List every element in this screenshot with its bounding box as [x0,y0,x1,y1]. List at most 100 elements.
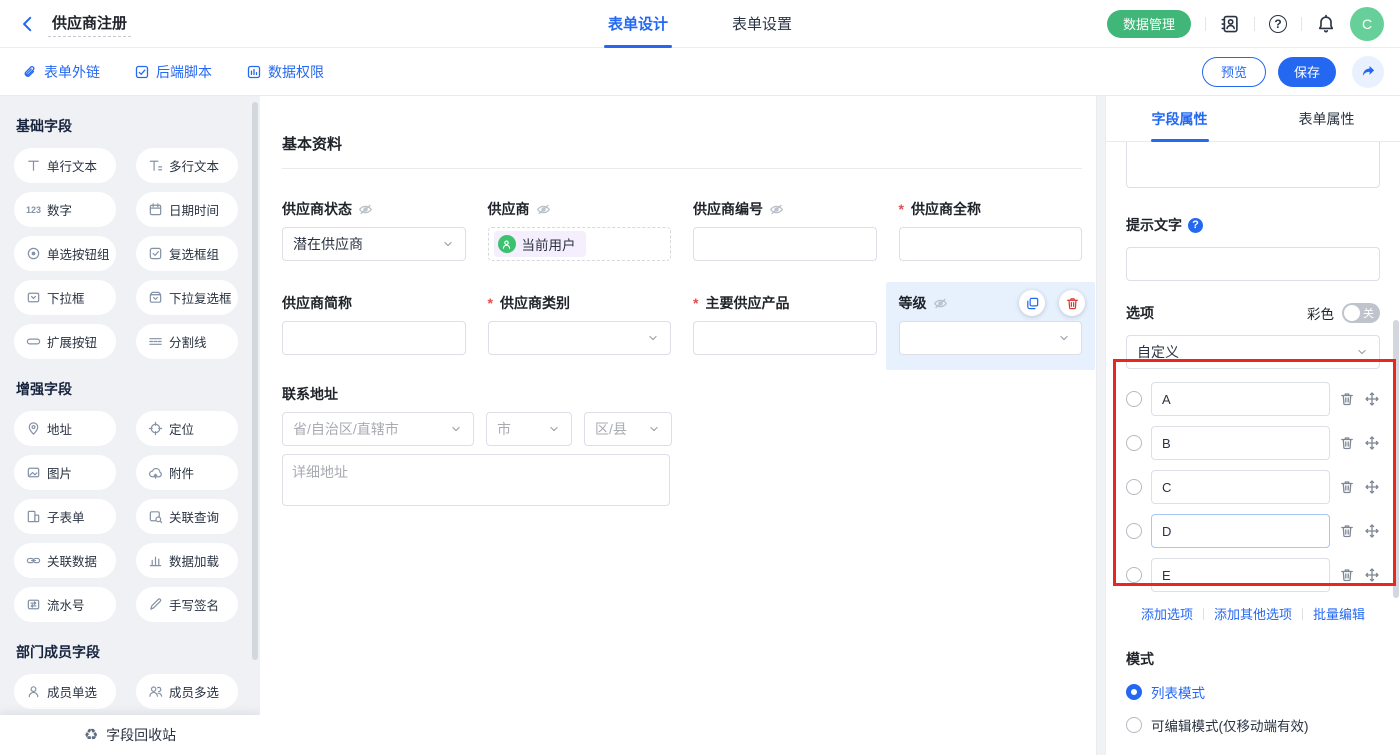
pill-relation-query[interactable]: 关联查询 [136,499,238,534]
delete-option-icon[interactable] [1339,523,1355,539]
field-grade-selected[interactable]: 等级 [886,282,1096,370]
option-row-a [1126,382,1380,416]
supplier-number-input[interactable] [693,227,877,261]
option-radio[interactable] [1126,523,1142,539]
detail-address-textarea[interactable] [282,454,670,506]
pill-checkbox-group[interactable]: 复选框组 [136,236,238,271]
option-input-c[interactable] [1151,470,1330,504]
pill-image[interactable]: 图片 [14,455,116,490]
help-icon[interactable]: ? [1269,15,1287,33]
preview-button[interactable]: 预览 [1202,57,1266,87]
province-select[interactable]: 省/自治区/直辖市 [282,412,474,446]
drag-option-icon[interactable] [1364,567,1380,583]
panel-scrollbar[interactable] [1393,320,1399,598]
pill-subform[interactable]: 子表单 [14,499,116,534]
add-option-link[interactable]: 添加选项 [1141,604,1193,623]
add-other-option-link[interactable]: 添加其他选项 [1214,604,1292,623]
avatar[interactable]: C [1350,7,1384,41]
drag-option-icon[interactable] [1364,523,1380,539]
option-radio[interactable] [1126,567,1142,583]
backend-script-button[interactable]: 后端脚本 [134,62,212,82]
contact-book-icon[interactable] [1220,14,1240,34]
field-supplier-status[interactable]: 供应商状态 潜在供应商 [282,200,466,261]
share-button[interactable] [1352,56,1384,88]
option-radio[interactable] [1126,479,1142,495]
main-products-input[interactable] [693,321,877,355]
pill-datetime[interactable]: 日期时间 [136,192,238,227]
pill-data-load[interactable]: 数据加载 [136,543,238,578]
field-supplier-fullname[interactable]: *供应商全称 [899,200,1083,261]
pill-multi-dropdown[interactable]: 下拉复选框 [136,280,238,315]
tab-form-settings[interactable]: 表单设置 [728,0,796,48]
notification-bell-icon[interactable] [1316,14,1336,34]
field-supplier-shortname[interactable]: 供应商简称 [282,294,466,355]
option-source-select[interactable]: 自定义 [1126,335,1380,369]
form-section-title[interactable]: 基本资料 [282,133,1082,154]
pill-radio-group[interactable]: 单选按钮组 [14,236,116,271]
option-radio[interactable] [1126,435,1142,451]
pill-multi-line-text[interactable]: 多行文本 [136,148,238,183]
district-select[interactable]: 区/县 [584,412,672,446]
tab-form-design[interactable]: 表单设计 [604,0,672,48]
pill-attachment[interactable]: 附件 [136,455,238,490]
drag-option-icon[interactable] [1364,435,1380,451]
pill-number[interactable]: 123数字 [14,192,116,227]
back-button[interactable] [16,12,40,36]
sidebar-scrollbar[interactable] [252,102,258,660]
pill-locate[interactable]: 定位 [136,411,238,446]
city-select[interactable]: 市 [486,412,572,446]
data-manage-button[interactable]: 数据管理 [1107,10,1191,38]
field-supplier[interactable]: 供应商 当前用户 [488,200,672,261]
app-header: 供应商注册 表单设计 表单设置 数据管理 ? C [0,0,1400,48]
copy-field-button[interactable] [1019,290,1045,316]
field-title-input-truncated[interactable] [1126,142,1380,188]
pill-dropdown[interactable]: 下拉框 [14,280,116,315]
pill-extend-button[interactable]: 扩展按钮 [14,324,116,359]
current-user-chip[interactable]: 当前用户 [494,231,586,257]
drag-option-icon[interactable] [1364,391,1380,407]
field-main-products[interactable]: *主要供应产品 [693,294,877,355]
pill-serial-number[interactable]: 流水号 [14,587,116,622]
field-recycle-bin[interactable]: ♻ 字段回收站 [0,715,260,755]
supplier-status-select[interactable]: 潜在供应商 [282,227,466,261]
option-radio[interactable] [1126,391,1142,407]
delete-field-button[interactable] [1059,290,1085,316]
hint-help-icon[interactable]: ? [1188,218,1203,233]
mode-list-radio[interactable]: 列表模式 [1126,682,1380,702]
pill-divider[interactable]: 分割线 [136,324,238,359]
supplier-fullname-input[interactable] [899,227,1083,261]
tab-field-properties[interactable]: 字段属性 [1106,96,1253,141]
pill-member-single[interactable]: 成员单选 [14,674,116,709]
color-toggle[interactable]: 关 [1342,303,1380,323]
supplier-category-select[interactable] [488,321,672,355]
supplier-shortname-input[interactable] [282,321,466,355]
delete-option-icon[interactable] [1339,435,1355,451]
grade-select[interactable] [899,321,1083,355]
drag-option-icon[interactable] [1364,479,1380,495]
tab-form-properties[interactable]: 表单属性 [1253,96,1400,141]
supplier-member-box[interactable]: 当前用户 [488,227,672,261]
delete-option-icon[interactable] [1339,479,1355,495]
delete-option-icon[interactable] [1339,567,1355,583]
option-input-e[interactable] [1151,558,1330,592]
pill-address[interactable]: 地址 [14,411,116,446]
hint-text-input[interactable] [1126,247,1380,281]
mode-editable-radio[interactable]: 可编辑模式(仅移动端有效) [1126,715,1380,735]
pill-single-line-text[interactable]: 单行文本 [14,148,116,183]
delete-option-icon[interactable] [1339,391,1355,407]
save-button[interactable]: 保存 [1278,57,1336,87]
option-input-b[interactable] [1151,426,1330,460]
external-link-button[interactable]: 表单外链 [22,62,100,82]
pill-member-multi[interactable]: 成员多选 [136,674,238,709]
pill-relation-data[interactable]: 关联数据 [14,543,116,578]
page-title[interactable]: 供应商注册 [48,10,131,37]
field-supplier-category[interactable]: *供应商类别 [488,294,672,355]
data-permission-button[interactable]: 数据权限 [246,62,324,82]
batch-edit-link[interactable]: 批量编辑 [1313,604,1365,623]
option-input-a[interactable] [1151,382,1330,416]
pill-signature[interactable]: 手写签名 [136,587,238,622]
field-contact-address[interactable]: 联系地址 省/自治区/直辖市 市 区/县 [282,385,1082,511]
field-supplier-number[interactable]: 供应商编号 [693,200,877,261]
option-row-e [1126,558,1380,592]
option-input-d[interactable] [1151,514,1330,548]
